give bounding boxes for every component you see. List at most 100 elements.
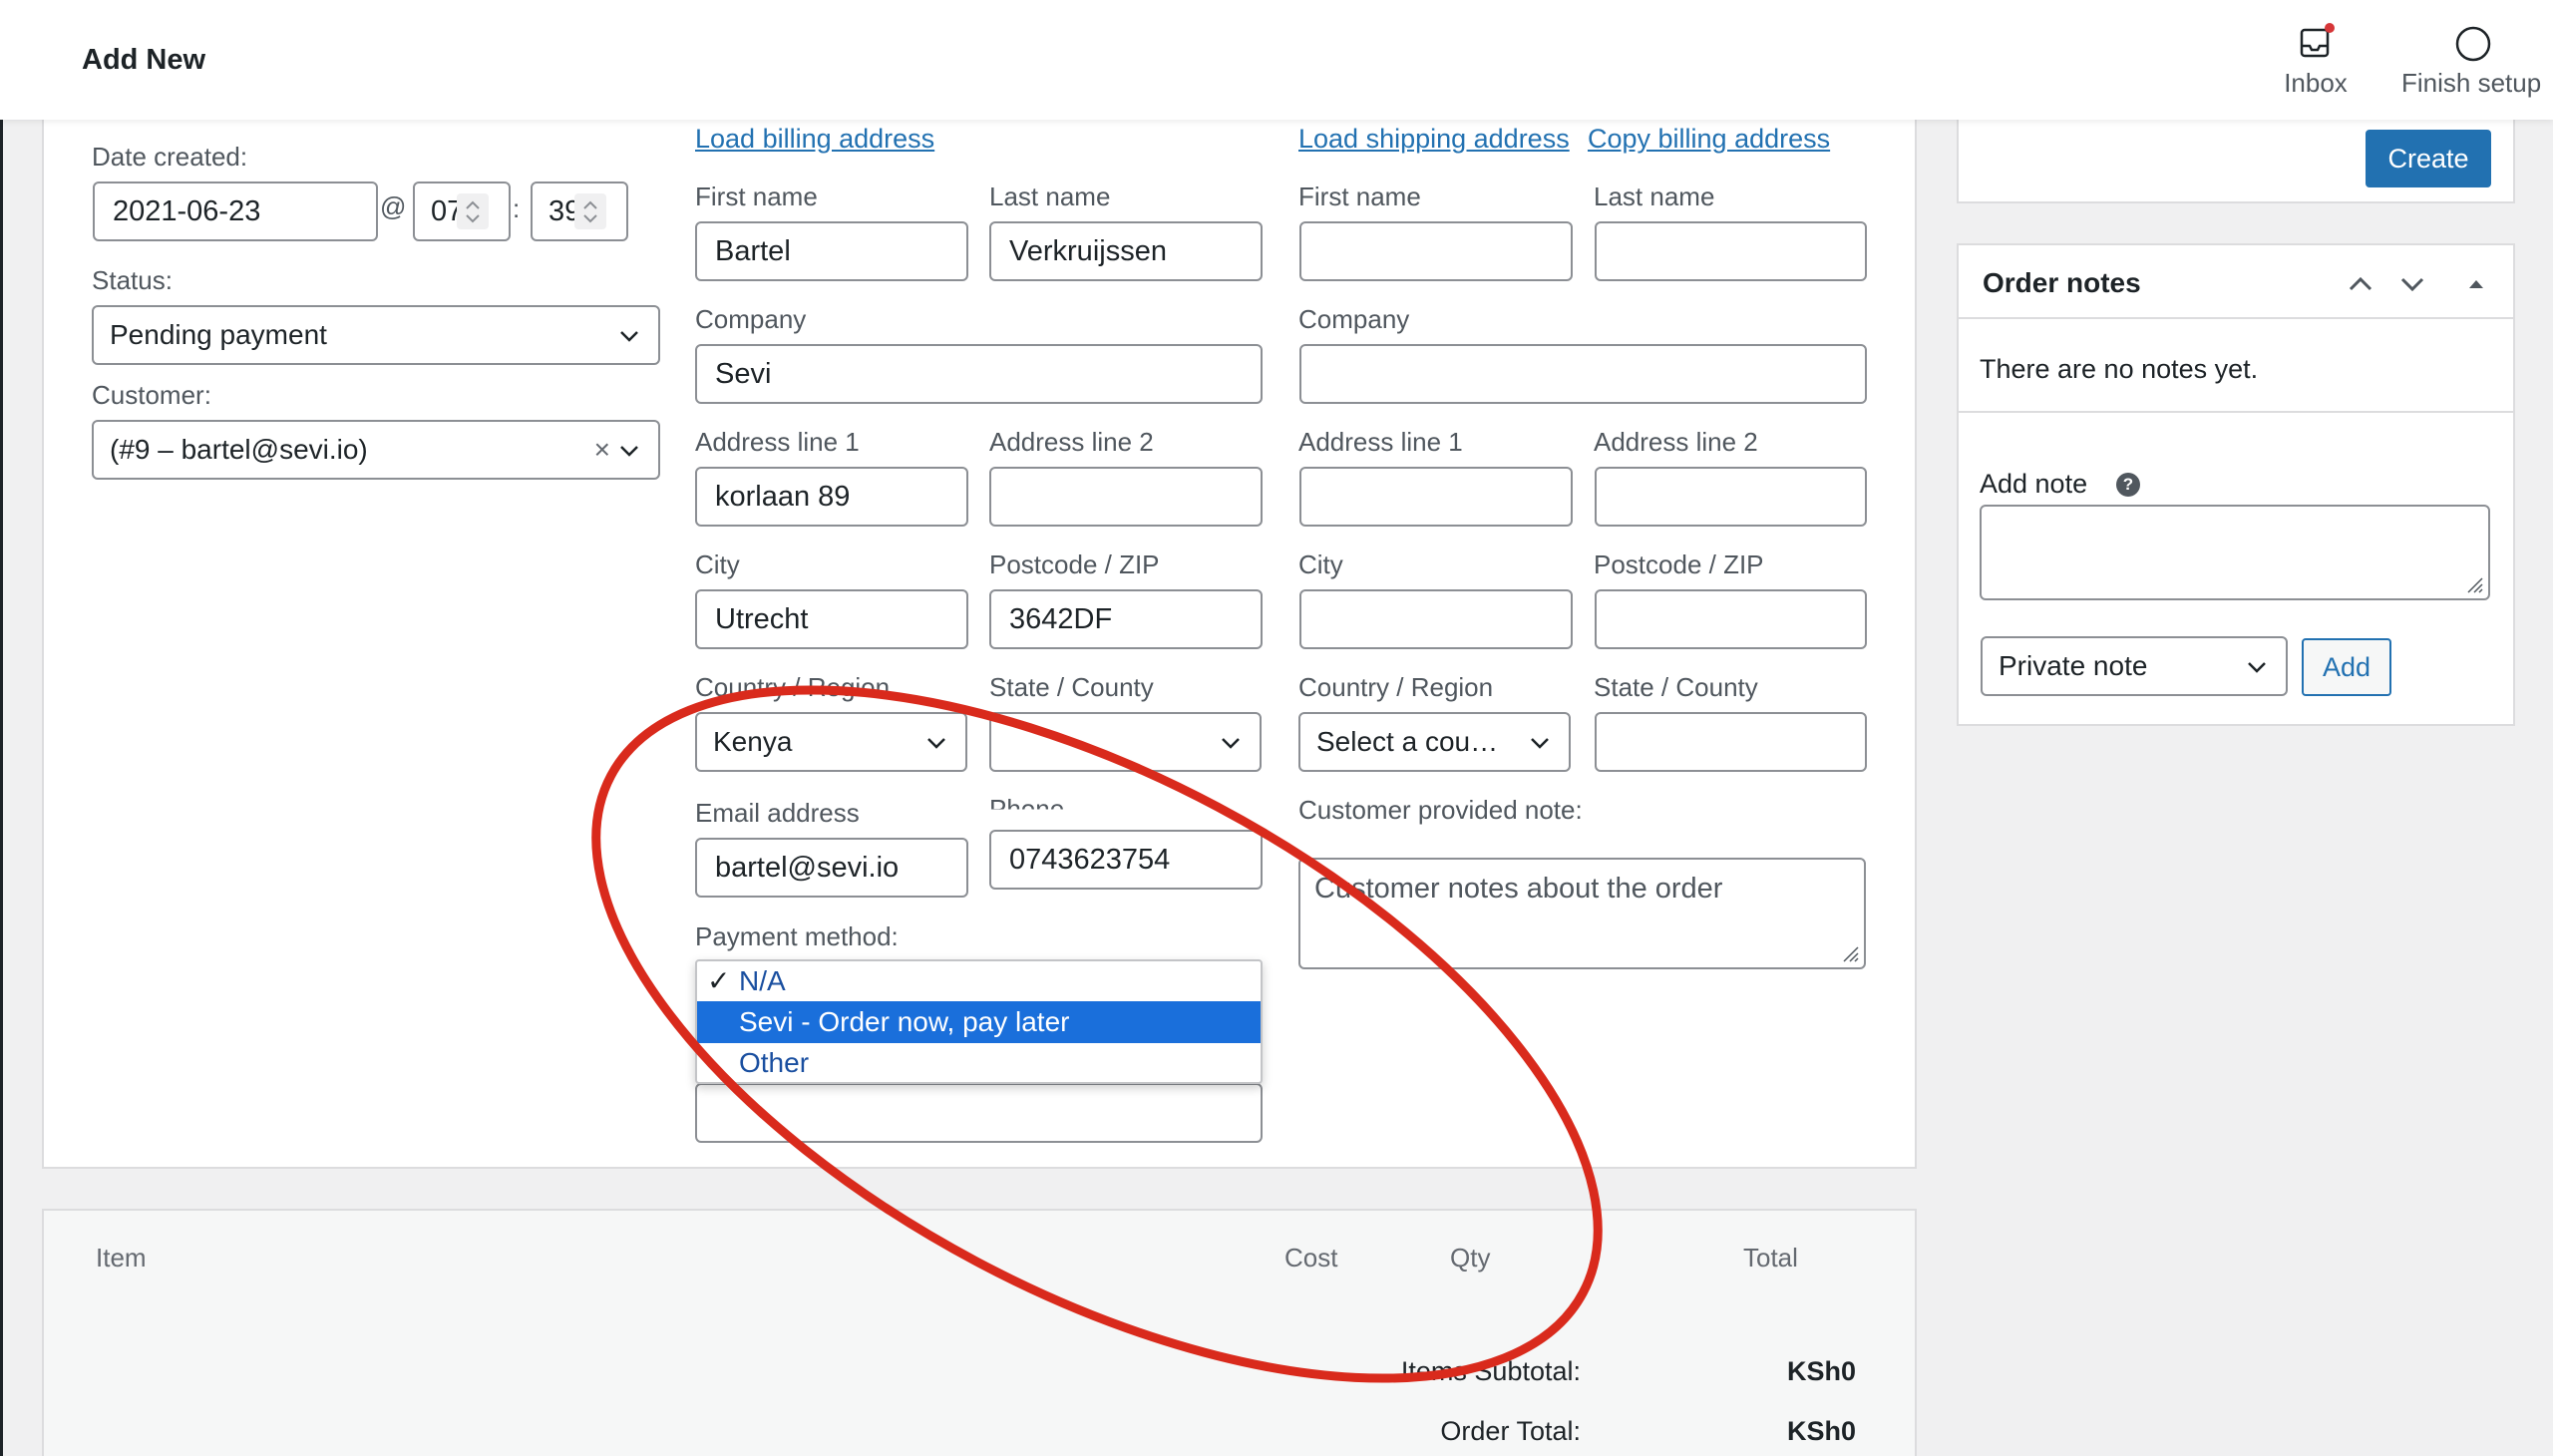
order-items-panel [42, 1209, 1917, 1456]
item-column-header: Item [96, 1243, 147, 1273]
billing-country-label: Country / Region [695, 672, 891, 702]
shipping-postcode-label: Postcode / ZIP [1594, 549, 1764, 579]
copy-billing-address-link[interactable]: Copy billing address [1588, 124, 1830, 155]
finish-setup-button[interactable]: Finish setup [2391, 20, 2553, 102]
cost-column-header: Cost [1284, 1243, 1338, 1273]
billing-state-select[interactable] [989, 712, 1262, 772]
billing-postcode-label: Postcode / ZIP [989, 549, 1160, 579]
shipping-company-label: Company [1298, 304, 1410, 334]
collapse-panel-icon[interactable] [2463, 271, 2489, 297]
add-note-button[interactable]: Add [2302, 638, 2391, 696]
add-note-textarea[interactable] [1980, 505, 2490, 600]
total-column-header: Total [1743, 1243, 1798, 1273]
customer-note-label: Customer provided note: [1298, 795, 1583, 825]
billing-city-input[interactable]: Utrecht [695, 589, 968, 649]
resize-handle-icon[interactable] [1840, 943, 1860, 963]
admin-edge [0, 0, 3, 1456]
load-billing-address-link[interactable]: Load billing address [695, 124, 934, 155]
order-notes-title: Order notes [1983, 267, 2141, 298]
shipping-state-input[interactable] [1595, 712, 1867, 772]
notes-divider [1959, 411, 2513, 413]
chevron-down-icon [927, 738, 945, 749]
shipping-address2-input[interactable] [1595, 467, 1867, 527]
chevron-down-icon [2248, 662, 2266, 673]
at-sign: @ [380, 191, 407, 221]
clear-selection-icon[interactable]: × [594, 422, 610, 478]
finish-setup-label: Finish setup [2401, 68, 2542, 98]
billing-address2-label: Address line 2 [989, 427, 1154, 457]
qty-column-header: Qty [1450, 1243, 1491, 1273]
billing-last-name-input[interactable]: Verkruijssen [989, 221, 1263, 281]
payment-option-sevi[interactable]: Sevi - Order now, pay later [697, 1001, 1261, 1043]
move-up-icon[interactable] [2346, 269, 2375, 299]
shipping-company-input[interactable] [1299, 344, 1867, 404]
date-input[interactable]: 2021-06-23 [93, 182, 378, 241]
shipping-address1-label: Address line 1 [1298, 427, 1463, 457]
billing-first-name-input[interactable]: Bartel [695, 221, 968, 281]
customer-note-textarea[interactable]: Customer notes about the order [1298, 858, 1866, 969]
payment-option-other[interactable]: Other [697, 1043, 1261, 1083]
note-type-value: Private note [1999, 650, 2148, 681]
page-title: Add New [82, 44, 206, 76]
create-button-label: Create [2387, 144, 2469, 174]
billing-postcode-input[interactable]: 3642DF [989, 589, 1263, 649]
customer-note-placeholder: Customer notes about the order [1314, 873, 1723, 905]
order-total-label: Order Total: [1440, 1416, 1581, 1446]
shipping-first-name-input[interactable] [1299, 221, 1573, 281]
status-select[interactable]: Pending payment [92, 305, 660, 365]
billing-company-label: Company [695, 304, 807, 334]
customer-value: (#9 – bartel@sevi.io) [110, 434, 368, 465]
create-button[interactable]: Create [2366, 130, 2491, 187]
inbox-button[interactable]: Inbox [2264, 20, 2368, 102]
billing-email-label: Email address [695, 798, 860, 828]
help-glyph: ? [2122, 475, 2134, 494]
billing-state-label: State / County [989, 672, 1154, 702]
shipping-first-name-label: First name [1298, 182, 1421, 211]
billing-last-name-label: Last name [989, 182, 1111, 211]
add-note-button-label: Add [2322, 652, 2371, 682]
payment-option-na-label: N/A [739, 965, 786, 996]
chevron-down-icon [620, 446, 638, 457]
shipping-address2-label: Address line 2 [1594, 427, 1758, 457]
progress-circle-icon [2455, 26, 2491, 62]
order-total-value: KSh0 [1786, 1416, 1856, 1446]
payment-method-label: Payment method: [695, 921, 899, 951]
billing-city-label: City [695, 549, 740, 579]
billing-address1-input[interactable]: korlaan 89 [695, 467, 968, 527]
billing-address1-label: Address line 1 [695, 427, 860, 457]
billing-first-name-label: First name [695, 182, 818, 211]
shipping-country-select[interactable]: Select a count… [1298, 712, 1571, 772]
add-note-label: Add note [1980, 469, 2088, 499]
selected-check-icon: ✓ [707, 965, 731, 996]
billing-email-input[interactable]: bartel@sevi.io [695, 838, 968, 898]
date-created-label: Date created: [92, 142, 248, 172]
chevron-down-icon [1531, 738, 1549, 749]
billing-address2-input[interactable] [989, 467, 1263, 527]
shipping-last-name-input[interactable] [1595, 221, 1867, 281]
billing-country-value: Kenya [713, 726, 793, 757]
inbox-icon [2300, 23, 2335, 58]
status-value: Pending payment [110, 319, 327, 350]
shipping-address1-input[interactable] [1299, 467, 1573, 527]
minute-spinner[interactable] [574, 193, 606, 229]
billing-country-select[interactable]: Kenya [695, 712, 967, 772]
customer-select[interactable]: (#9 – bartel@sevi.io) × [92, 420, 660, 480]
note-type-select[interactable]: Private note [1981, 636, 2288, 696]
shipping-country-label: Country / Region [1298, 672, 1494, 702]
items-subtotal-label: Items Subtotal: [1400, 1356, 1581, 1386]
chevron-down-icon [1222, 738, 1240, 749]
shipping-city-input[interactable] [1299, 589, 1573, 649]
billing-company-input[interactable]: Sevi [695, 344, 1263, 404]
top-header-bar [0, 0, 2553, 120]
help-icon[interactable]: ? [2116, 473, 2140, 497]
transaction-id-input[interactable] [695, 1083, 1263, 1143]
load-shipping-address-link[interactable]: Load shipping address [1298, 124, 1570, 155]
hour-spinner[interactable] [457, 193, 489, 229]
status-label: Status: [92, 265, 173, 295]
shipping-postcode-input[interactable] [1595, 589, 1867, 649]
move-down-icon[interactable] [2397, 269, 2427, 299]
customer-label: Customer: [92, 380, 211, 410]
billing-phone-input[interactable]: 0743623754 [989, 830, 1263, 890]
payment-option-na[interactable]: ✓ N/A [697, 961, 1261, 1001]
resize-handle-icon[interactable] [2464, 574, 2484, 594]
